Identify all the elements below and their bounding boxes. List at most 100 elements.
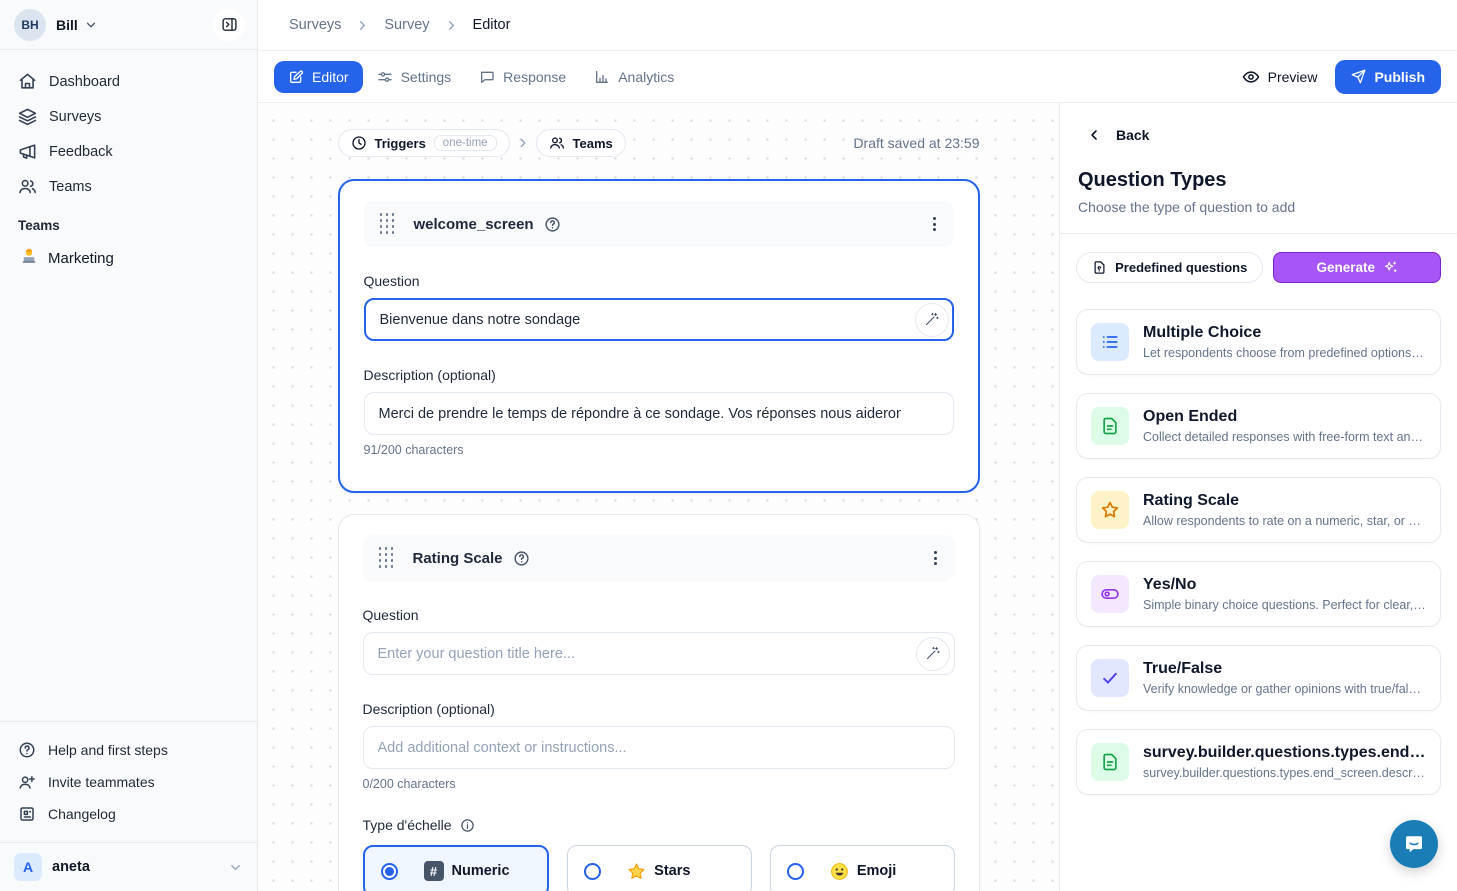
panel-divider [1060,233,1457,234]
tab-editor[interactable]: Editor [274,61,363,93]
breadcrumb-survey[interactable]: Survey [384,17,429,33]
question-type-description: Simple binary choice questions. Perfect … [1143,598,1426,612]
chevron-right-icon [516,136,530,150]
panel-title: Question Types [1076,169,1441,192]
question-type-multiple-choice[interactable]: Multiple Choice Let respondents choose f… [1076,309,1441,375]
ai-rewrite-button[interactable] [916,637,950,671]
user-plus-icon [18,773,36,791]
workspace-name: Bill [56,17,78,33]
help-circle-icon[interactable] [513,550,530,567]
info-icon[interactable] [460,818,475,833]
question-card-rating-scale[interactable]: Rating Scale Question [338,514,980,891]
sidebar-item-label: Dashboard [49,74,120,90]
sidebar-item-dashboard[interactable]: Dashboard [8,64,249,99]
tab-response[interactable]: Response [465,61,580,93]
question-type-title: Rating Scale [1143,492,1426,510]
question-type-end-screen[interactable]: survey.builder.questions.types.end_scr..… [1076,729,1441,795]
account-name: aneta [52,859,90,875]
question-type-rating-scale[interactable]: Rating Scale Allow respondents to rate o… [1076,477,1441,543]
scale-option-emoji[interactable]: Emoji [770,845,955,891]
breadcrumb-editor: Editor [473,17,511,33]
radio-icon [787,863,804,880]
sidebar-item-label: Help and first steps [48,742,168,758]
question-type-description: survey.builder.questions.types.end_scree… [1143,766,1426,780]
file-text-icon [1091,407,1129,445]
sidebar-item-label: Invite teammates [48,774,155,790]
sidebar-item-changelog[interactable]: Changelog [8,798,249,830]
drag-handle-icon[interactable] [380,213,396,235]
star-icon [1091,491,1129,529]
technologist-emoji [20,247,38,270]
question-type-true-false[interactable]: True/False Verify knowledge or gather op… [1076,645,1441,711]
question-title-input[interactable] [363,632,955,675]
breadcrumb-surveys[interactable]: Surveys [289,17,341,33]
teams-section-label: Teams [8,204,249,239]
card-menu-button[interactable] [930,547,941,569]
chevron-right-icon [355,18,370,33]
ai-rewrite-button[interactable] [915,303,949,337]
tab-analytics[interactable]: Analytics [580,61,688,93]
sidebar-item-label: Feedback [49,144,113,160]
file-text-icon [1091,743,1129,781]
help-circle-icon [18,741,36,759]
question-card-welcome-screen[interactable]: welcome_screen Question [338,179,980,493]
list-icon [1091,323,1129,361]
question-card-title: welcome_screen [414,216,534,233]
question-card-header: Rating Scale [363,535,955,581]
sidebar-item-help[interactable]: Help and first steps [8,734,249,766]
sidebar-spacer [0,278,257,721]
back-button[interactable]: Back [1076,127,1441,143]
question-type-open-ended[interactable]: Open Ended Collect detailed responses wi… [1076,393,1441,459]
generate-button[interactable]: Generate [1273,252,1441,283]
scale-type-label: Type d'échelle [363,817,955,833]
tab-settings[interactable]: Settings [363,61,466,93]
question-description-input[interactable] [363,726,955,769]
sidebar-collapse-button[interactable] [213,9,245,41]
panel-subtitle: Choose the type of question to add [1076,199,1441,215]
question-type-yes-no[interactable]: Yes/No Simple binary choice questions. P… [1076,561,1441,627]
account-switcher[interactable]: A aneta [0,842,257,891]
question-type-description: Verify knowledge or gather opinions with… [1143,682,1426,696]
sidebar-item-surveys[interactable]: Surveys [8,99,249,134]
chat-bubble-icon [1402,832,1426,856]
survey-canvas: Triggers one-time Teams Draft saved at 2… [258,103,1059,891]
team-item-label: Marketing [48,250,114,267]
chat-launcher-button[interactable] [1390,820,1438,868]
workspace-switcher[interactable]: BH Bill [0,0,257,50]
canvas-top-bar: Triggers one-time Teams Draft saved at 2… [338,128,980,158]
teams-pill[interactable]: Teams [536,129,626,157]
star-emoji-icon [627,862,646,881]
question-type-title: Open Ended [1143,408,1426,426]
question-field-label: Question [364,273,954,289]
description-field-label: Description (optional) [364,367,954,383]
message-icon [479,69,495,85]
toolbar-right: Preview Publish [1242,60,1441,94]
card-menu-button[interactable] [929,213,940,235]
eye-icon [1242,68,1260,86]
scale-option-numeric[interactable]: # Numeric [363,845,550,891]
magic-wand-icon [924,312,939,327]
predefined-questions-button[interactable]: Predefined questions [1076,252,1263,283]
sidebar-item-feedback[interactable]: Feedback [8,134,249,169]
drag-handle-icon[interactable] [379,547,395,569]
sidebar-nav: Dashboard Surveys Feedback Teams [0,50,257,278]
question-type-title: Multiple Choice [1143,324,1426,342]
triggers-pill[interactable]: Triggers one-time [338,129,510,157]
help-circle-icon[interactable] [544,216,561,233]
question-title-input[interactable] [364,298,954,341]
sidebar-item-invite[interactable]: Invite teammates [8,766,249,798]
publish-button[interactable]: Publish [1335,60,1441,94]
workspace-avatar: BH [14,9,46,41]
question-type-list: Multiple Choice Let respondents choose f… [1076,309,1441,795]
question-type-title: Yes/No [1143,576,1426,594]
sidebar-item-label: Surveys [49,109,101,125]
sidebar-item-teams[interactable]: Teams [8,169,249,204]
megaphone-icon [18,142,37,161]
users-icon [549,135,565,151]
question-types-panel: Back Question Types Choose the type of q… [1059,103,1457,891]
scale-option-stars[interactable]: Stars [567,845,752,891]
preview-button[interactable]: Preview [1242,68,1318,86]
layers-icon [18,107,37,126]
question-description-input[interactable] [364,392,954,435]
sidebar-item-marketing-team[interactable]: Marketing [8,239,249,278]
